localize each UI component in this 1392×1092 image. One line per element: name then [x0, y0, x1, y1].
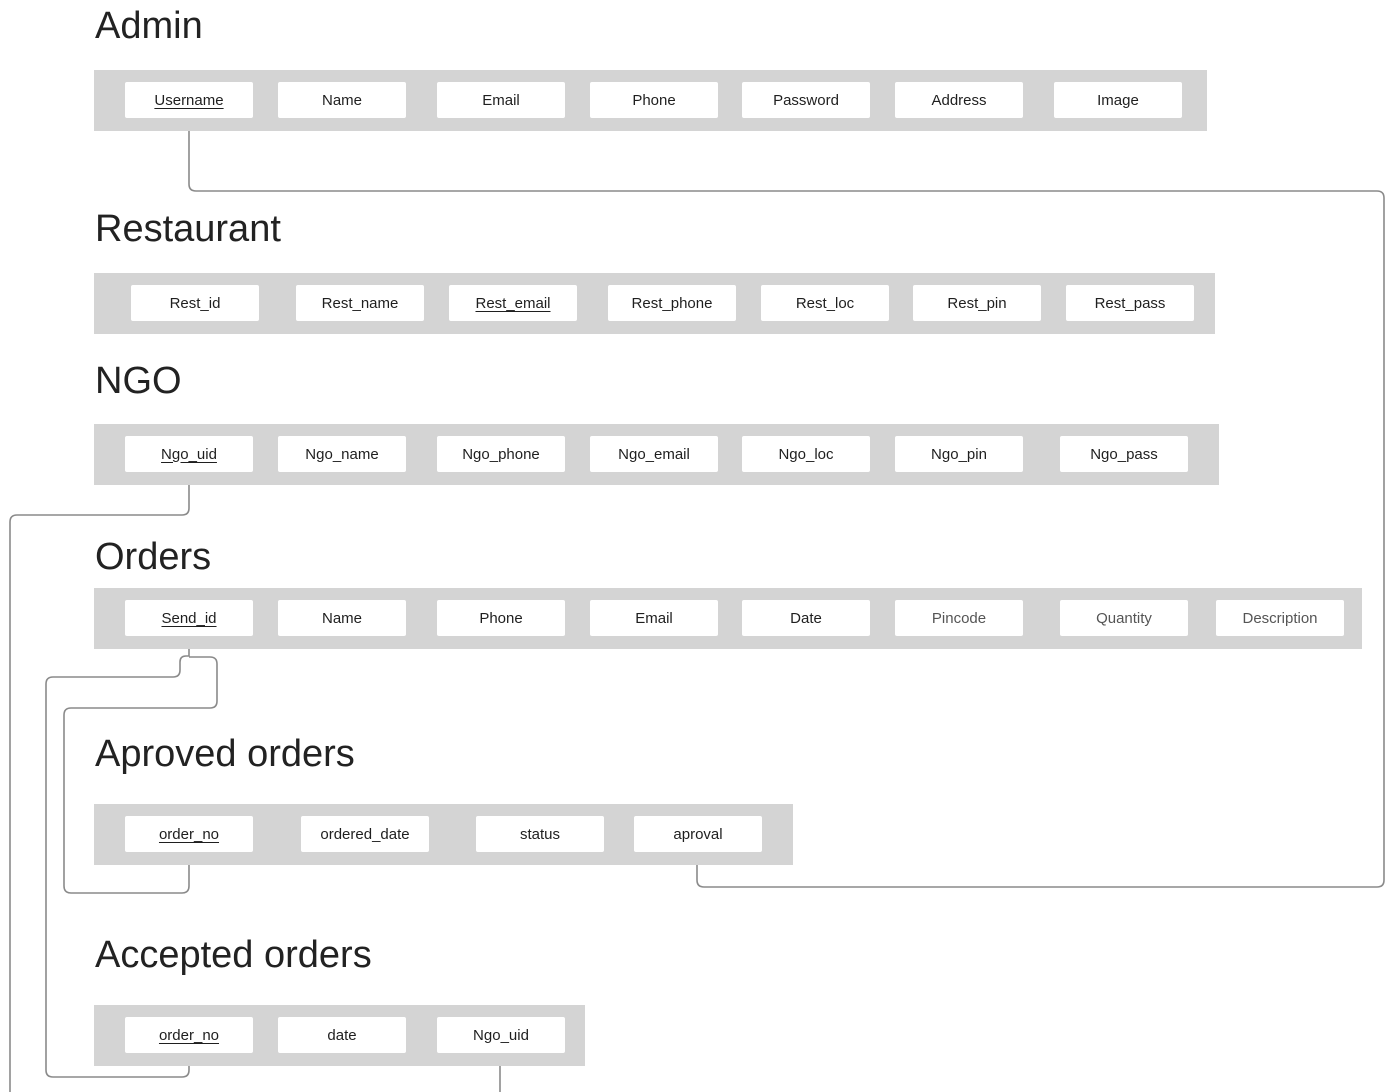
field-orders-name[interactable]: Name — [278, 600, 406, 636]
field-admin-address[interactable]: Address — [895, 82, 1023, 118]
table-ngo: Ngo_uid Ngo_name Ngo_phone Ngo_email Ngo… — [94, 424, 1219, 485]
field-ngo-pass[interactable]: Ngo_pass — [1060, 436, 1188, 472]
table-restaurant: Rest_id Rest_name Rest_email Rest_phone … — [94, 273, 1215, 334]
field-admin-username[interactable]: Username — [125, 82, 253, 118]
field-orders-send-id[interactable]: Send_id — [125, 600, 253, 636]
field-rest-name[interactable]: Rest_name — [296, 285, 424, 321]
field-rest-phone[interactable]: Rest_phone — [608, 285, 736, 321]
field-admin-phone[interactable]: Phone — [590, 82, 718, 118]
connector-ngo-uid-to-ngo — [9, 476, 501, 1092]
table-accepted-orders: order_no date Ngo_uid — [94, 1005, 585, 1066]
field-admin-name[interactable]: Name — [278, 82, 406, 118]
table-title-orders: Orders — [95, 536, 212, 578]
table-title-approved-orders: Aproved orders — [95, 733, 355, 775]
field-ngo-email[interactable]: Ngo_email — [590, 436, 718, 472]
field-rest-id[interactable]: Rest_id — [131, 285, 259, 321]
field-orders-phone[interactable]: Phone — [437, 600, 565, 636]
field-rest-pass[interactable]: Rest_pass — [1066, 285, 1194, 321]
field-ngo-phone[interactable]: Ngo_phone — [437, 436, 565, 472]
field-admin-password[interactable]: Password — [742, 82, 870, 118]
table-title-ngo: NGO — [95, 360, 182, 402]
field-rest-email[interactable]: Rest_email — [449, 285, 577, 321]
field-rest-pin[interactable]: Rest_pin — [913, 285, 1041, 321]
field-ngo-name[interactable]: Ngo_name — [278, 436, 406, 472]
field-accepted-date[interactable]: date — [278, 1017, 406, 1053]
connector-aproval-to-username — [189, 121, 1385, 888]
table-approved-orders: order_no ordered_date status aproval — [94, 804, 793, 865]
field-approved-aproval[interactable]: aproval — [634, 816, 762, 852]
field-approved-status[interactable]: status — [476, 816, 604, 852]
field-ngo-pin[interactable]: Ngo_pin — [895, 436, 1023, 472]
field-accepted-ngo-uid[interactable]: Ngo_uid — [437, 1017, 565, 1053]
field-accepted-order-no[interactable]: order_no — [125, 1017, 253, 1053]
table-title-accepted-orders: Accepted orders — [95, 934, 372, 976]
field-orders-email[interactable]: Email — [590, 600, 718, 636]
field-approved-order-no[interactable]: order_no — [125, 816, 253, 852]
field-rest-loc[interactable]: Rest_loc — [761, 285, 889, 321]
table-title-restaurant: Restaurant — [95, 208, 281, 250]
field-ngo-uid[interactable]: Ngo_uid — [125, 436, 253, 472]
field-orders-date[interactable]: Date — [742, 600, 870, 636]
field-orders-quantity[interactable]: Quantity — [1060, 600, 1188, 636]
table-admin: Username Name Email Phone Password Addre… — [94, 70, 1207, 131]
field-ngo-loc[interactable]: Ngo_loc — [742, 436, 870, 472]
field-admin-email[interactable]: Email — [437, 82, 565, 118]
table-title-admin: Admin — [95, 5, 203, 47]
field-orders-pincode[interactable]: Pincode — [895, 600, 1023, 636]
field-approved-ordered-date[interactable]: ordered_date — [301, 816, 429, 852]
field-admin-image[interactable]: Image — [1054, 82, 1182, 118]
table-orders: Send_id Name Phone Email Date Pincode Qu… — [94, 588, 1362, 649]
field-orders-description[interactable]: Description — [1216, 600, 1344, 636]
